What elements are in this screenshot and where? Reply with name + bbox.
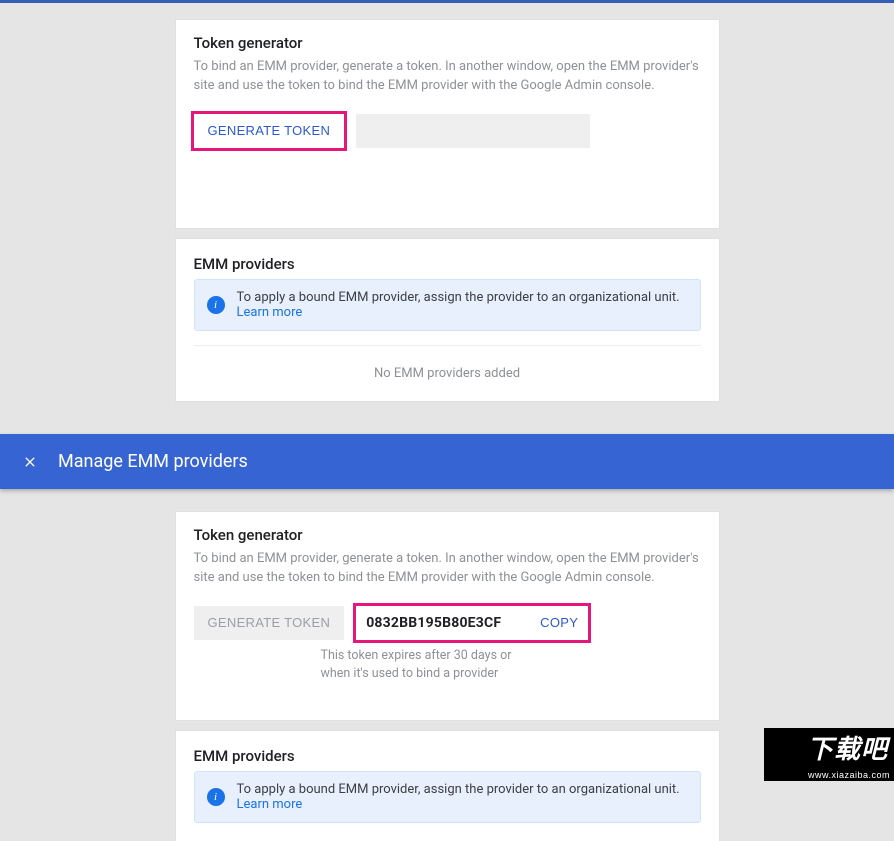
dialog-header-bar: Manage EMM providers <box>0 434 894 489</box>
token-generator-heading: Token generator <box>194 526 701 544</box>
info-banner: i To apply a bound EMM provider, assign … <box>194 279 701 331</box>
token-expiry-note: This token expires after 30 days or when… <box>321 647 531 683</box>
info-text-content: To apply a bound EMM provider, assign th… <box>237 782 680 797</box>
token-generator-card-generated: Token generator To bind an EMM provider,… <box>175 511 720 721</box>
token-display-box: 0832BB195B80E3CF COPY <box>356 606 588 640</box>
watermark-text: 下载吧 <box>764 728 894 769</box>
info-text-content: To apply a bound EMM provider, assign th… <box>237 290 680 305</box>
info-icon: i <box>207 296 225 314</box>
close-icon <box>22 454 38 470</box>
info-icon: i <box>207 788 225 806</box>
learn-more-link[interactable]: Learn more <box>237 305 303 320</box>
site-watermark: 下载吧 www.xiazaiba.com <box>764 728 894 780</box>
watermark-url: www.xiazaiba.com <box>764 769 894 781</box>
token-value: 0832BB195B80E3CF <box>366 615 501 631</box>
learn-more-link[interactable]: Learn more <box>237 797 303 812</box>
copy-token-button[interactable]: COPY <box>540 615 578 630</box>
empty-providers-message: No EMM providers added <box>194 345 701 391</box>
token-generator-card-initial: Token generator To bind an EMM provider,… <box>175 19 720 229</box>
generate-token-button-disabled: GENERATE TOKEN <box>194 606 345 640</box>
token-generator-heading: Token generator <box>194 34 701 52</box>
emm-providers-card-top: EMM providers i To apply a bound EMM pro… <box>175 238 720 402</box>
emm-providers-heading: EMM providers <box>194 747 701 765</box>
info-banner-text: To apply a bound EMM provider, assign th… <box>237 290 688 320</box>
token-generator-description: To bind an EMM provider, generate a toke… <box>194 58 701 96</box>
token-generator-description: To bind an EMM provider, generate a toke… <box>194 550 701 588</box>
info-banner-text: To apply a bound EMM provider, assign th… <box>237 782 688 812</box>
close-button[interactable] <box>18 450 42 474</box>
info-banner: i To apply a bound EMM provider, assign … <box>194 771 701 823</box>
emm-providers-card-bottom: EMM providers i To apply a bound EMM pro… <box>175 730 720 841</box>
token-placeholder-slot <box>356 114 590 148</box>
emm-providers-heading: EMM providers <box>194 255 701 273</box>
generate-token-button[interactable]: GENERATE TOKEN <box>194 114 345 148</box>
dialog-title: Manage EMM providers <box>58 451 248 472</box>
